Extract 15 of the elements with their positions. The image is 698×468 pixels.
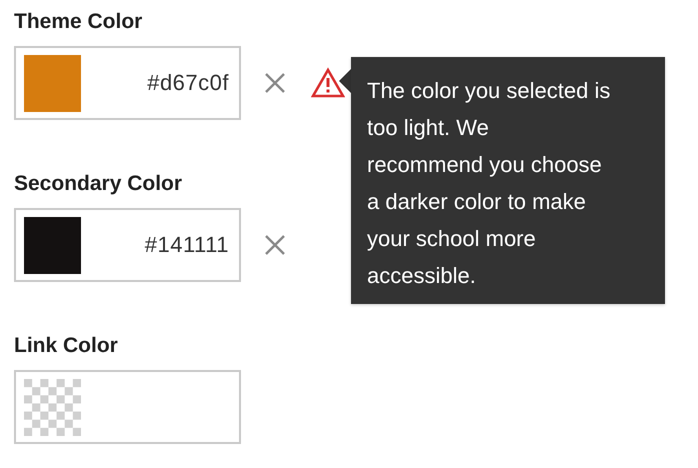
hex-value: #141111 xyxy=(144,232,230,258)
clear-icon[interactable] xyxy=(264,72,286,94)
field-label: Secondary Color xyxy=(14,171,182,197)
tooltip-pointer xyxy=(339,69,351,93)
color-swatch[interactable] xyxy=(24,216,81,274)
tooltip: The color you selected is too light. We recommend you choose a darker color to make your school more accessible. xyxy=(351,57,665,304)
color-input[interactable] xyxy=(14,370,241,444)
field-label: Theme Color xyxy=(14,9,142,35)
transparent-swatch[interactable] xyxy=(24,378,81,436)
hex-value: #d67c0f xyxy=(147,70,230,96)
color-input[interactable]: #d67c0f xyxy=(14,46,241,120)
color-swatch[interactable] xyxy=(24,54,81,112)
clear-icon[interactable] xyxy=(264,234,286,256)
color-input[interactable]: #141111 xyxy=(14,208,241,282)
field-label: Link Color xyxy=(14,333,118,359)
